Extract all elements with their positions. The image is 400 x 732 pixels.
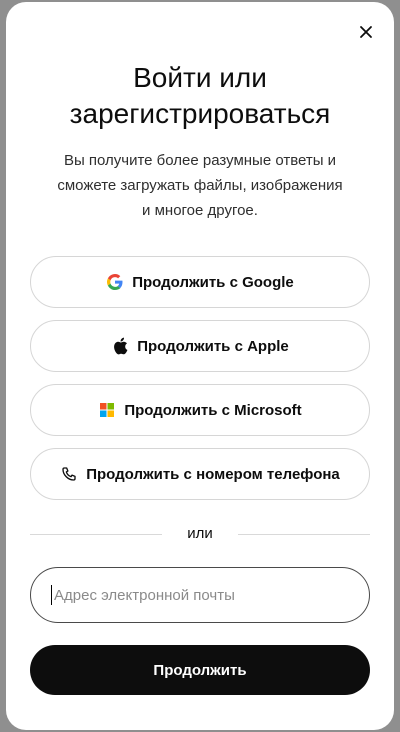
dialog-subtitle: Вы получите более разумные ответы и смож… (40, 148, 360, 223)
continue-with-google-button[interactable]: Продолжить с Google (30, 256, 370, 308)
phone-button-label: Продолжить с номером телефона (86, 465, 340, 483)
login-dialog: Войти или зарегистрироваться Вы получите… (6, 2, 394, 730)
phone-icon (60, 465, 78, 483)
subtitle-line-2: сможете загружать файлы, изображения (57, 177, 343, 194)
subtitle-line-1: Вы получите более разумные ответы и (63, 152, 337, 169)
text-caret (51, 585, 52, 605)
close-button[interactable] (356, 22, 376, 42)
subtitle-line-3: и многое другое. (142, 202, 258, 219)
title-line-1: Войти или (133, 62, 267, 93)
continue-with-phone-button[interactable]: Продолжить с номером телефона (30, 448, 370, 500)
close-icon (360, 26, 372, 38)
or-divider: или (30, 522, 370, 546)
microsoft-icon (98, 401, 116, 419)
microsoft-button-label: Продолжить с Microsoft (124, 401, 302, 419)
continue-button[interactable]: Продолжить (30, 645, 370, 695)
continue-with-microsoft-button[interactable]: Продолжить с Microsoft (30, 384, 370, 436)
apple-icon (111, 337, 129, 355)
google-icon (106, 273, 124, 291)
continue-button-label: Продолжить (153, 661, 247, 679)
continue-with-apple-button[interactable]: Продолжить с Apple (30, 320, 370, 372)
google-button-label: Продолжить с Google (132, 273, 294, 291)
email-field[interactable] (54, 586, 334, 604)
apple-button-label: Продолжить с Apple (137, 337, 289, 355)
title-line-2: зарегистрироваться (69, 98, 331, 129)
dialog-title: Войти или зарегистрироваться (6, 60, 394, 132)
email-field-wrapper[interactable] (30, 567, 370, 623)
divider-label: или (187, 525, 213, 542)
